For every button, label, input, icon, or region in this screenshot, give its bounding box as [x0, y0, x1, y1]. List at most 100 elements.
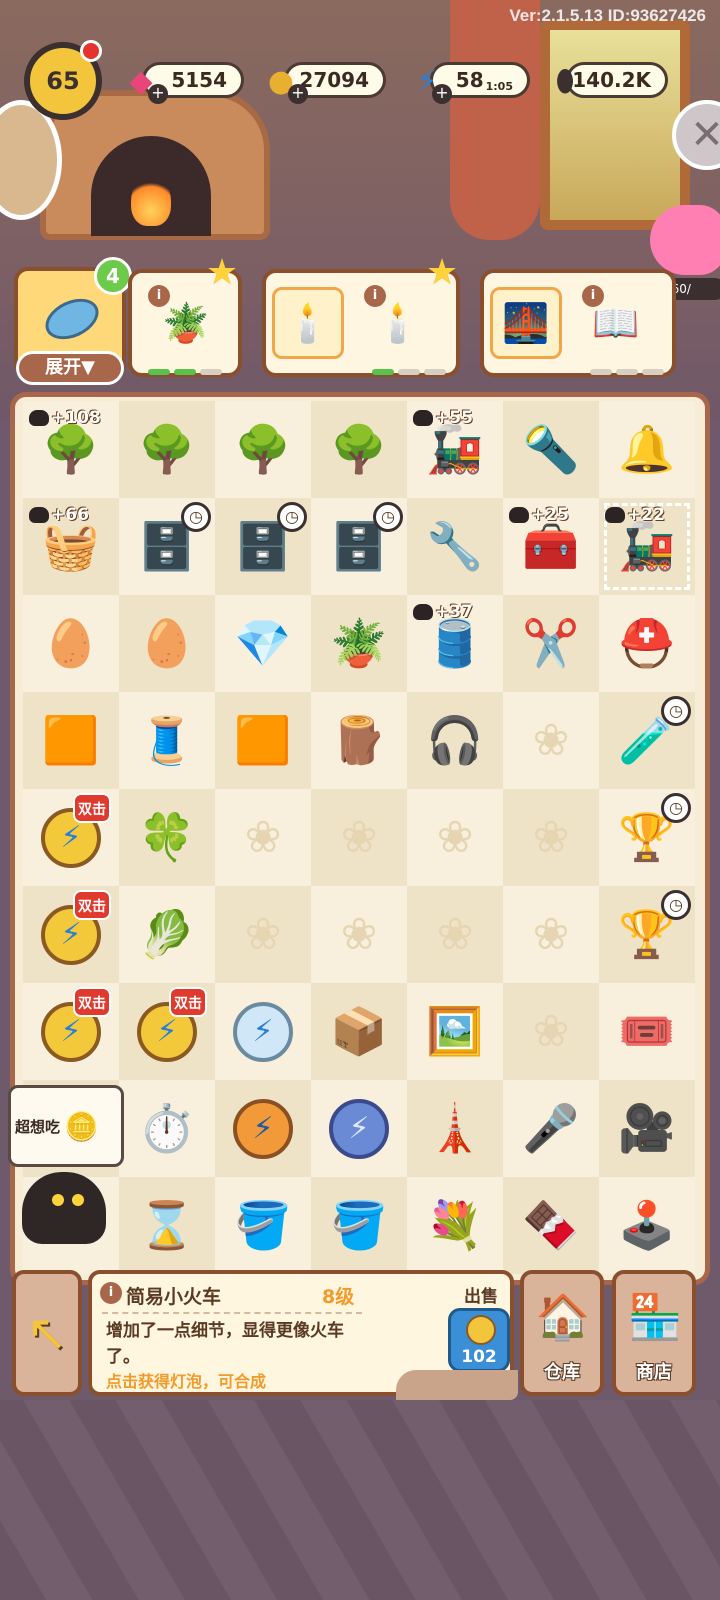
- board-cell[interactable]: 🎤: [503, 1080, 599, 1177]
- board-cell[interactable]: 🧪 ◷: [599, 692, 695, 789]
- board-cell[interactable]: 🚂 +22: [599, 498, 695, 595]
- shop-icon: 🏪: [627, 1292, 683, 1343]
- board-cell[interactable]: ⚡ 双击: [23, 983, 119, 1080]
- board-cell[interactable]: ❀: [215, 886, 311, 983]
- board-cell[interactable]: 🧵: [119, 692, 215, 789]
- board-cell[interactable]: 🏆 ◷: [599, 886, 695, 983]
- board-cell[interactable]: ❀: [503, 692, 599, 789]
- board-cell[interactable]: 🗼: [407, 1080, 503, 1177]
- board-cell[interactable]: 🔦: [503, 401, 599, 498]
- board-cell[interactable]: 🗄️ ◷: [119, 498, 215, 595]
- board-cell[interactable]: 💐: [407, 1177, 503, 1274]
- add-energy-plus-icon[interactable]: +: [432, 84, 452, 104]
- board-cell[interactable]: 🌳: [215, 401, 311, 498]
- board-item-icon: 🔦: [522, 422, 580, 476]
- board-cell[interactable]: 🌳: [311, 401, 407, 498]
- star-icon: ★: [205, 252, 239, 293]
- board-cell[interactable]: ❀: [311, 789, 407, 886]
- board-cell[interactable]: ⛑️: [599, 595, 695, 692]
- gems-value: 5154: [171, 68, 227, 92]
- board-cell[interactable]: ❀: [311, 886, 407, 983]
- board-cell[interactable]: 🚂 +55: [407, 401, 503, 498]
- board-cell[interactable]: 💎: [215, 595, 311, 692]
- sunflower-seed-icon: ⬮: [555, 63, 575, 99]
- back-button[interactable]: ↖: [12, 1270, 82, 1396]
- board-cell[interactable]: ⏱️: [119, 1080, 215, 1177]
- expand-button[interactable]: 展开▼: [16, 351, 124, 385]
- board-cell[interactable]: 🪣: [311, 1177, 407, 1274]
- board-cell[interactable]: 🛢️ +37: [407, 595, 503, 692]
- board-item-icon: 🌳: [234, 422, 292, 476]
- board-cell[interactable]: ⚡ 双击: [119, 983, 215, 1080]
- board-item-icon: 🌳: [138, 422, 196, 476]
- energy-bubble-icon: ⚡: [233, 1001, 293, 1062]
- board-cell[interactable]: ⚡: [215, 1080, 311, 1177]
- double-hit-badge: 双击: [169, 987, 207, 1017]
- cat-speech-bubble[interactable]: 超想吃 🪙: [8, 1085, 124, 1167]
- board-cell[interactable]: 🥚: [119, 595, 215, 692]
- board-cell[interactable]: 🥚: [23, 595, 119, 692]
- board-cell[interactable]: 🎟️: [599, 983, 695, 1080]
- board-cell[interactable]: 🥬: [119, 886, 215, 983]
- board-cell[interactable]: 📦: [311, 983, 407, 1080]
- progress-segment: [398, 369, 420, 375]
- board-cell[interactable]: ⚡ 双击: [23, 886, 119, 983]
- soap-item-icon: [39, 290, 105, 348]
- board-cell[interactable]: 🖼️: [407, 983, 503, 1080]
- add-gems-plus-icon[interactable]: +: [148, 84, 168, 104]
- board-cell[interactable]: 🪴: [311, 595, 407, 692]
- board-cell[interactable]: 🗄️ ◷: [311, 498, 407, 595]
- order-card-bridge[interactable]: 🌉 📖 i: [480, 269, 676, 377]
- warehouse-button[interactable]: 🏠 仓库: [520, 1270, 604, 1396]
- board-cell[interactable]: 🏆 ◷: [599, 789, 695, 886]
- board-cell[interactable]: ✂️: [503, 595, 599, 692]
- board-cell[interactable]: 🍀: [119, 789, 215, 886]
- board-cell[interactable]: ❀: [503, 886, 599, 983]
- coins-pile-icon: 🪙: [64, 1109, 99, 1143]
- board-cell[interactable]: ❀: [215, 789, 311, 886]
- board-cell[interactable]: 🕹️: [599, 1177, 695, 1274]
- item-hint: 点击获得灯泡，可合成: [106, 1372, 267, 1391]
- board-cell[interactable]: 🔔: [599, 401, 695, 498]
- board-cell[interactable]: 🌳: [119, 401, 215, 498]
- fire-icon: [131, 176, 171, 226]
- board-item-icon: 💎: [234, 616, 292, 670]
- board-cell[interactable]: ❀: [503, 983, 599, 1080]
- board-cell[interactable]: ⌛: [119, 1177, 215, 1274]
- board-cell[interactable]: 🔧: [407, 498, 503, 595]
- progress-segment: [590, 369, 612, 375]
- board-cell[interactable]: 🧰 +25: [503, 498, 599, 595]
- info-icon[interactable]: i: [582, 285, 604, 307]
- board-cell[interactable]: ❀: [407, 886, 503, 983]
- board-cell[interactable]: ⚡ 双击: [23, 789, 119, 886]
- board-cell[interactable]: 🎧: [407, 692, 503, 789]
- info-icon[interactable]: i: [100, 1282, 122, 1304]
- board-cell[interactable]: ❀: [407, 789, 503, 886]
- info-icon[interactable]: i: [148, 285, 170, 307]
- fireplace-opening: [91, 136, 211, 236]
- board-cell[interactable]: 🪵: [311, 692, 407, 789]
- board-item-icon: 🥚: [138, 616, 196, 670]
- board-item-icon: ⏱️: [138, 1101, 196, 1155]
- board-cell[interactable]: 🍫: [503, 1177, 599, 1274]
- board-cell[interactable]: 🌳 +108: [23, 401, 119, 498]
- board-cell[interactable]: ⚡: [215, 983, 311, 1080]
- paw-print-icon: ❀: [244, 909, 282, 960]
- board-item-icon: 🔔: [618, 422, 676, 476]
- info-icon[interactable]: i: [364, 285, 386, 307]
- board-cell[interactable]: 🧺 +66: [23, 498, 119, 595]
- add-coins-plus-icon[interactable]: +: [288, 84, 308, 104]
- progress-segment: [174, 369, 196, 375]
- board-cell[interactable]: 🎥: [599, 1080, 695, 1177]
- board-cell[interactable]: ⚡: [311, 1080, 407, 1177]
- board-cell[interactable]: 🗄️ ◷: [215, 498, 311, 595]
- black-cat-character[interactable]: [22, 1172, 106, 1244]
- version-label: Ver:2.1.5.13 ID:93627426: [509, 6, 706, 25]
- board-cell[interactable]: 🪣: [215, 1177, 311, 1274]
- board-cell[interactable]: 🟧: [215, 692, 311, 789]
- board-cell[interactable]: 🟧: [23, 692, 119, 789]
- shop-button[interactable]: 🏪 商店: [612, 1270, 696, 1396]
- board-cell[interactable]: ❀: [503, 789, 599, 886]
- sell-button[interactable]: 102: [448, 1308, 510, 1372]
- sell-label: 出售: [464, 1287, 498, 1307]
